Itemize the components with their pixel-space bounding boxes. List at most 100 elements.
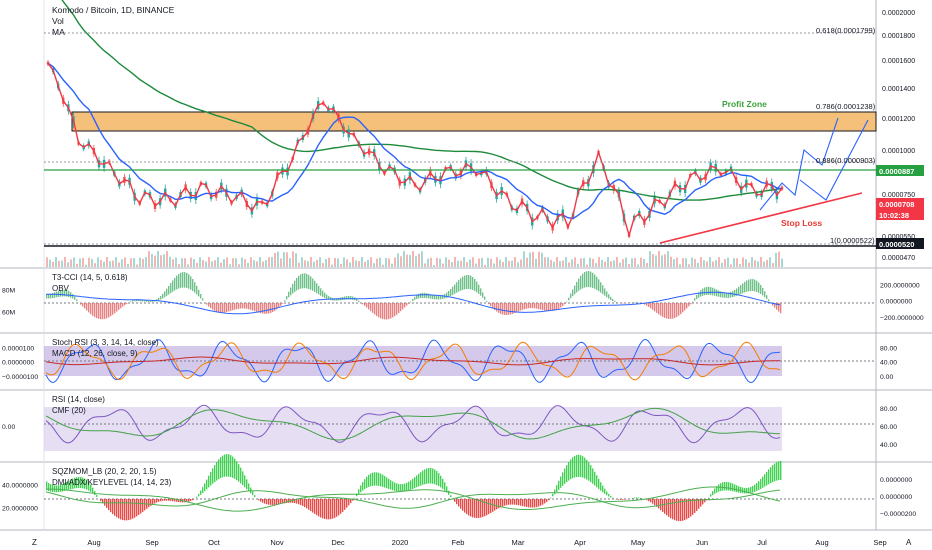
histogram-bar [314,280,316,292]
histogram-bar [112,303,114,315]
histogram-bar [670,303,672,319]
right-tick: 0.0000000 [880,477,912,484]
volume-bar [610,261,612,267]
histogram-bar [412,298,414,301]
ma-study-label[interactable]: MA [52,27,65,37]
histogram-bar [322,499,324,519]
volume-bar [148,251,150,267]
timezone-toggle[interactable]: Z [32,538,37,547]
histogram-bar [394,303,396,317]
histogram-bar [710,287,712,296]
volume-bar [406,254,408,267]
chart-title: Komodo / Bitcoin, 1D, BINANCE [52,5,175,15]
histogram-bar [778,461,780,481]
volume-bar [76,263,78,267]
histogram-bar [468,275,470,290]
histogram-bar [522,499,524,507]
histogram-bar [122,303,124,307]
histogram-bar [612,497,614,499]
histogram-bar [372,472,374,486]
rsi-panel[interactable]: RSI (14, close) CMF (20) 0.00 80.00 60.00 40.… [2,395,897,451]
volume-bar [289,258,291,267]
histogram-bar [362,303,364,305]
histogram-bar [542,303,544,311]
histogram-bar [550,303,552,312]
volume-bar [136,264,138,267]
histogram-bar [150,300,152,302]
volume-bar [550,259,552,267]
volume-bar [133,258,135,267]
price-axis[interactable]: 0.0002000 0.0001800 0.0001600 0.0001400 0.00… [882,10,915,262]
histogram-bar [658,499,660,509]
histogram-bar [106,499,108,508]
histogram-bar [258,303,260,313]
volume-bar [700,257,702,267]
auto-scale-toggle[interactable]: A [906,538,912,547]
histogram-bar [106,303,108,319]
volume-bar [175,257,177,267]
histogram-bar [280,303,282,306]
vol-study-label[interactable]: Vol [52,16,64,26]
stoch-rsi-panel[interactable]: Stoch RSI (3, 3, 14, 14, close) MACD (12,… [2,338,897,383]
histogram-bar [120,303,122,309]
histogram-bar [780,303,782,314]
histogram-bar [296,277,298,291]
histogram-bar [694,499,696,513]
volume-bar [319,257,321,267]
histogram-bar [236,303,238,310]
histogram-bar [404,303,406,308]
volume-bar [235,258,237,267]
volume-bar [487,257,489,267]
time-tick: Apr [574,538,586,547]
t3cci-panel[interactable]: T3-CCI (14, 5, 0.618) OBV 80M 60M 200.000000… [2,271,924,322]
volume-bar [85,264,87,267]
histogram-bar [286,295,288,300]
histogram-bar [380,303,382,319]
histogram-bar [742,283,744,294]
histogram-bar [768,469,770,485]
volume-bar [601,259,603,267]
histogram-bar [228,303,230,312]
histogram-bar [394,482,396,491]
sqzmom-panel[interactable]: SQZMOM_LB (20, 2, 20, 1.5) DMI/ADX/KEYLEV… [2,454,916,522]
histogram-bar [218,303,220,313]
volume-bar [145,257,147,267]
volume-bar [334,258,336,267]
volume-bar [751,257,753,267]
volume-bar [457,260,459,267]
right-tick: 0.00 [880,374,893,381]
histogram-bar [688,303,690,307]
time-tick: Sep [873,538,886,547]
histogram-bar [758,481,760,491]
histogram-bar [466,275,468,290]
histogram-bar [752,486,754,493]
histogram-bar [714,488,716,494]
histogram-bar [544,303,546,311]
histogram-bar [440,475,442,488]
histogram-bar [216,461,218,481]
histogram-bar [118,499,120,519]
histogram-bar [118,303,120,310]
histogram-bar [148,499,150,508]
price-panel[interactable]: Profit Zone Stop Loss 0.618(0.0001799)0.… [44,0,877,267]
volume-bar [298,262,300,267]
histogram-bar [406,303,408,306]
histogram-bar [688,499,690,518]
histogram-bar [402,303,404,310]
time-axis[interactable]: Aug Sep Oct Nov Dec 2020 Feb Mar Apr May Jun Jul Aug… [87,538,886,547]
histogram-bar [148,300,150,302]
histogram-bar [758,282,760,293]
volume-bar [97,257,99,267]
volume-bar [460,260,462,267]
tradingview-chart[interactable]: Profit Zone Stop Loss 0.618(0.0001799)0.… [0,0,932,550]
volume-bar [382,264,384,267]
histogram-bar [564,303,566,305]
histogram-bar [336,499,338,517]
histogram-bar [486,499,488,516]
time-tick: 2020 [392,538,409,547]
histogram-bar [424,292,426,298]
histogram-bar [284,300,286,302]
histogram-bar [560,476,562,488]
volume-bar [598,257,600,267]
histogram-bar [100,303,102,320]
